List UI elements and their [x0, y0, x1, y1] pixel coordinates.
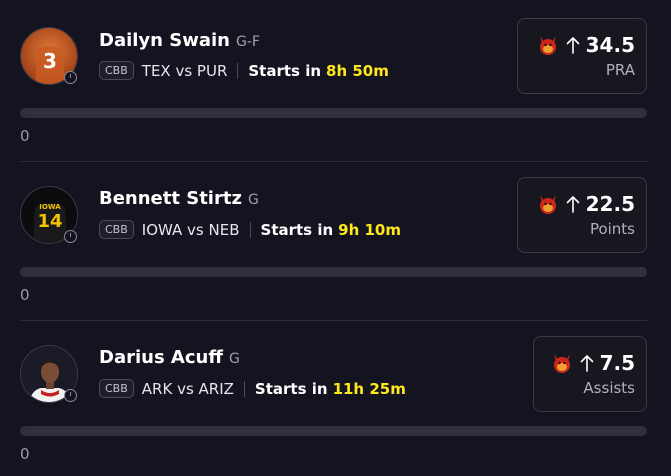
devil-icon	[539, 36, 556, 55]
svg-text:14: 14	[37, 211, 62, 232]
countdown-timer: 9h 10m	[338, 220, 401, 239]
clock-icon	[64, 71, 77, 84]
arrow-up-icon	[566, 196, 579, 213]
starts-label: Starts in	[260, 220, 334, 239]
player-position: G-F	[235, 34, 260, 50]
projection-line: 34.5	[585, 33, 635, 57]
divider	[243, 380, 245, 397]
player-position: G	[228, 351, 240, 367]
matchup-text: TEX vs PUR	[141, 61, 228, 80]
arrow-up-icon	[566, 37, 579, 54]
svg-text:3: 3	[43, 49, 57, 73]
stat-type-label: Points	[589, 220, 635, 238]
player-name[interactable]: Darius Acuff	[99, 347, 223, 368]
arrow-up-icon	[580, 355, 593, 372]
divider	[237, 62, 239, 79]
player-name[interactable]: Bennett Stirtz	[99, 188, 242, 209]
devil-icon	[539, 195, 556, 214]
progress-bar	[20, 267, 647, 277]
projection-button[interactable]: 34.5 PRA	[517, 18, 647, 94]
league-badge: CBB	[99, 220, 134, 239]
starts-label: Starts in	[254, 379, 328, 398]
clock-icon	[64, 230, 77, 243]
progress-count: 0	[20, 445, 30, 463]
svg-text:IOWA: IOWA	[39, 203, 61, 211]
stat-type-label: Assists	[583, 379, 635, 397]
countdown-timer: 8h 50m	[326, 61, 389, 80]
progress-count: 0	[20, 286, 30, 304]
progress-bar	[20, 108, 647, 118]
countdown-timer: 11h 25m	[332, 379, 406, 398]
divider	[249, 221, 251, 238]
starts-label: Starts in	[248, 61, 322, 80]
player-card[interactable]: IOWA 14 Bennett Stirtz G CBB IOWA vs NEB…	[0, 159, 671, 317]
projection-line: 22.5	[585, 192, 635, 216]
player-avatar	[20, 345, 78, 403]
projection-line: 7.5	[599, 351, 635, 375]
matchup-text: IOWA vs NEB	[141, 220, 240, 239]
devil-icon	[553, 354, 570, 373]
stat-type-label: PRA	[605, 61, 635, 79]
player-avatar: IOWA 14	[20, 186, 78, 244]
player-avatar: 3	[20, 27, 78, 85]
player-card[interactable]: Darius Acuff G CBB ARK vs ARIZ Starts in…	[0, 318, 671, 476]
progress-count: 0	[20, 127, 30, 145]
projection-button[interactable]: 7.5 Assists	[533, 336, 647, 412]
player-position: G	[247, 192, 259, 208]
league-badge: CBB	[99, 379, 134, 398]
league-badge: CBB	[99, 61, 134, 80]
player-name[interactable]: Dailyn Swain	[99, 30, 230, 51]
clock-icon	[64, 389, 77, 402]
projection-button[interactable]: 22.5 Points	[517, 177, 647, 253]
progress-bar	[20, 426, 647, 436]
matchup-text: ARK vs ARIZ	[141, 379, 234, 398]
player-card[interactable]: 3 Dailyn Swain G-F CBB TEX vs PUR Starts…	[0, 0, 671, 158]
